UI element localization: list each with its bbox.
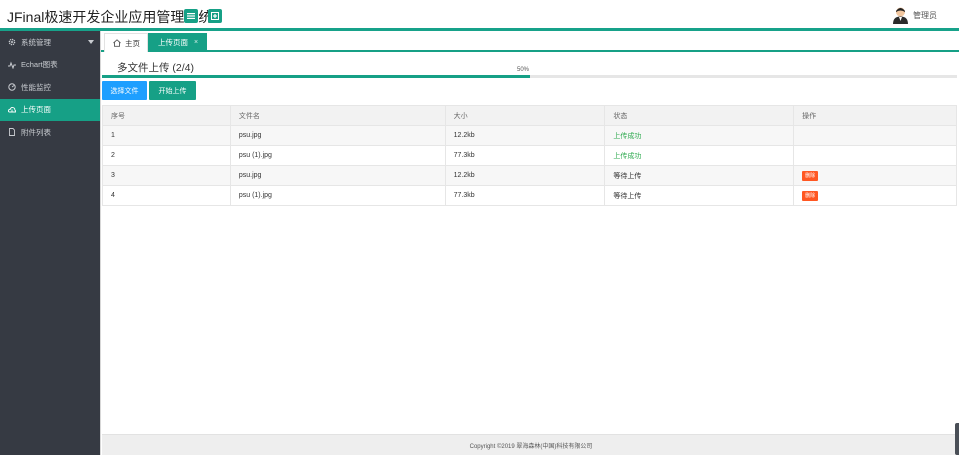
app-title: JFinal极速开发企业应用管理系统 [7,9,213,25]
cell-action [793,125,957,146]
hamburger-icon [187,13,195,19]
status-text: 上传成功 [604,145,795,166]
cell-filename: psu (1).jpg [229,145,446,166]
sidebar-item-label: 上传页面 [21,105,51,115]
column-header: 大小 [444,105,606,126]
cloud-upload-icon [8,106,16,114]
progress-bar [102,75,957,78]
cell-filename: psu (1).jpg [229,185,446,206]
close-icon[interactable]: × [194,39,198,46]
column-header: 文件名 [229,105,446,126]
column-header: 序号 [102,105,231,126]
cell-size: 12.2kb [444,125,606,146]
plus-icon [211,12,219,20]
sidebar-item-system[interactable]: 系统管理 [0,31,100,54]
cell-action: 删除 [793,165,957,186]
chevron-down-icon [88,40,94,44]
header: JFinal极速开发企业应用管理系统 管理员 [0,0,959,31]
status-text: 上传成功 [604,125,795,146]
file-table: 序号 文件名 大小 状态 操作 1 psu.jpg 12.2kb 上传成功 2 … [102,105,957,206]
menu-toggle-button[interactable] [184,9,198,23]
cell-action: 删除 [793,185,957,206]
progress-fill [102,75,530,78]
table-row: 1 psu.jpg 12.2kb 上传成功 [102,125,957,146]
avatar [893,7,908,24]
progress-label: 50% [517,67,530,73]
delete-button[interactable]: 删除 [802,170,819,181]
gear-icon [8,38,16,46]
cell-no: 2 [102,145,231,166]
table-row: 4 psu (1).jpg 77.3kb 等待上传 删除 [102,185,957,206]
table-row: 2 psu (1).jpg 77.3kb 上传成功 [102,145,957,166]
start-upload-button[interactable]: 开始上传 [149,81,196,100]
cell-size: 77.3kb [444,145,606,166]
status-text: 等待上传 [604,185,795,206]
sidebar-item-monitor[interactable]: 性能监控 [0,76,100,99]
file-icon [8,128,16,137]
column-header: 操作 [793,105,957,126]
user-menu[interactable]: 管理员 [892,6,937,24]
cell-size: 12.2kb [444,165,606,186]
sidebar-item-label: 系统管理 [21,37,51,47]
status-text: 等待上传 [604,165,795,186]
chart-line-icon [8,61,16,69]
scrollbar-handle[interactable] [955,423,959,455]
tab-bar: 主页 上传页面 × [101,33,959,52]
cell-no: 4 [102,185,231,206]
cell-action [793,145,957,166]
cell-no: 1 [102,125,231,146]
sidebar: 系统管理 Echart图表 性能监控 上传页面 附件列表 [0,31,100,455]
sidebar-item-attachments[interactable]: 附件列表 [0,121,100,144]
tab-upload[interactable]: 上传页面 × [148,33,207,52]
cell-size: 77.3kb [444,185,606,206]
page-title: 多文件上传 (2/4) [117,62,195,74]
footer: Copyright ©2019 翠海森林(中国)科技有限公司 [102,434,959,455]
sidebar-item-upload[interactable]: 上传页面 [0,98,100,121]
cell-no: 3 [102,165,231,186]
sidebar-item-label: 附件列表 [21,127,51,137]
user-name: 管理员 [913,10,937,20]
gauge-icon [8,83,16,91]
tab-label: 上传页面 [158,38,188,47]
tab-label: 主页 [125,38,140,48]
table-header-row: 序号 文件名 大小 状态 操作 [102,105,957,126]
add-tab-button[interactable] [208,9,222,23]
sidebar-item-label: 性能监控 [21,82,51,92]
main-content: 主页 上传页面 × 多文件上传 (2/4) 50% 选择文件 开始上传 序号 文… [100,31,959,455]
delete-button[interactable]: 删除 [802,190,819,201]
column-header: 状态 [604,105,795,126]
sidebar-item-echart[interactable]: Echart图表 [0,54,100,77]
home-icon [113,39,121,47]
select-files-button[interactable]: 选择文件 [102,81,147,100]
table-row: 3 psu.jpg 12.2kb 等待上传 删除 [102,165,957,186]
cell-filename: psu.jpg [229,165,446,186]
sidebar-item-label: Echart图表 [21,60,58,70]
tab-home[interactable]: 主页 [104,33,148,52]
cell-filename: psu.jpg [229,125,446,146]
